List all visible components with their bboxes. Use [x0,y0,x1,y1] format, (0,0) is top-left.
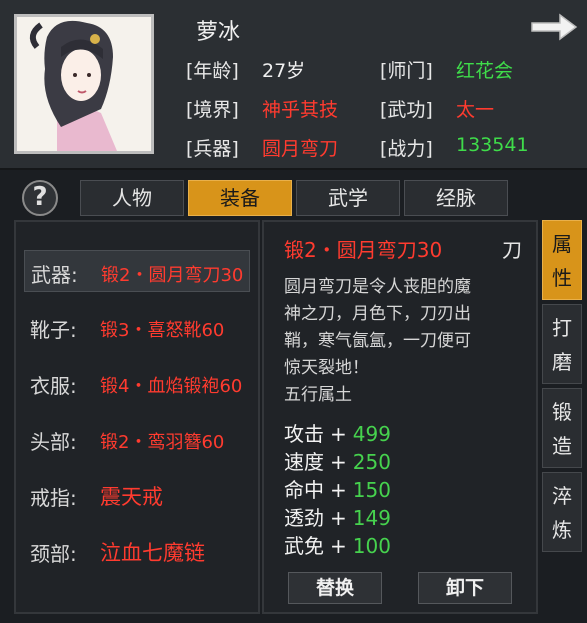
tab-character[interactable]: 人物 [80,180,184,216]
tab-meridians[interactable]: 经脉 [404,180,508,216]
plus-sign: + [330,478,347,502]
side-tab-forge[interactable]: 锻 造 [542,388,582,468]
main-tabs: 人物 装备 武学 经脉 [80,180,536,218]
next-arrow-icon[interactable] [530,12,578,42]
character-portrait [14,14,154,154]
tab-martial-arts[interactable]: 武学 [296,180,400,216]
portrait-image [17,17,151,151]
item-description: 圆月弯刀是令人丧胆的魔 神之刀，月色下，刀刃出 鞘，寒气氤氲，一刀便可 惊天裂地… [284,274,534,409]
stat-value-age: 27岁 [262,60,306,82]
side-tab-attributes[interactable]: 属 性 [542,220,582,300]
slot-neck[interactable]: 颈部: 泣血七魔链 [24,530,250,572]
slot-boots[interactable]: 靴子: 锻3・喜怒靴60 [24,306,250,348]
slot-weapon[interactable]: 武器: 锻2・圆月弯刀30 [24,250,250,292]
item-stat-hit: 命中 +150 [284,474,391,503]
side-tab-char: 磨 [552,350,572,374]
slot-item: 泣血七魔链 [100,541,205,565]
slot-ring[interactable]: 戒指: 震天戒 [24,474,250,516]
stat-name: 武免 [284,534,324,558]
stat-value-martial-art: 太一 [456,99,495,121]
replace-button[interactable]: 替换 [288,572,382,604]
stat-number: 499 [352,422,391,446]
side-tab-char: 锻 [552,400,572,424]
slot-label: 武器: [31,263,78,287]
tab-equipment[interactable]: 装备 [188,180,292,216]
stat-number: 100 [352,534,391,558]
stat-label-sect: [师门] [380,60,433,82]
description-line: 五行属土 [284,385,352,405]
slot-label: 衣服: [30,374,77,398]
side-tab-polish[interactable]: 打 磨 [542,304,582,384]
description-line: 圆月弯刀是令人丧胆的魔 [284,277,471,297]
item-stat-speed: 速度 +250 [284,446,391,475]
stat-label-martial-art: [武功] [380,99,433,121]
stat-label-weapon: [兵器] [186,138,239,160]
side-tab-char: 属 [552,232,572,256]
stat-value-sect: 红花会 [456,60,514,82]
item-stat-immunity: 武免 +100 [284,530,391,559]
stat-name: 透劲 [284,506,324,530]
stat-number: 149 [352,506,391,530]
item-stat-penetration: 透劲 +149 [284,502,391,531]
slot-label: 戒指: [30,486,77,510]
slot-item: 锻3・喜怒靴60 [100,320,225,341]
plus-sign: + [330,506,347,530]
slot-item: 锻2・圆月弯刀30 [101,265,244,286]
side-tab-char: 打 [552,316,572,340]
side-tab-char: 炼 [552,518,572,542]
help-button[interactable]: ? [22,180,58,216]
slot-item: 震天戒 [100,485,163,509]
plus-sign: + [330,450,347,474]
stat-name: 攻击 [284,422,324,446]
side-tab-char: 性 [552,266,572,290]
item-title: 锻2・圆月弯刀30 [284,238,443,262]
slot-clothes[interactable]: 衣服: 锻4・血焰锻袍60 [24,362,250,404]
stat-value-realm: 神乎其技 [262,99,339,121]
slot-item: 锻4・血焰锻袍60 [100,376,243,397]
description-line: 惊天裂地！ [284,358,369,378]
equipment-slot-list: 武器: 锻2・圆月弯刀30 靴子: 锻3・喜怒靴60 衣服: 锻4・血焰锻袍60… [14,220,260,614]
slot-label: 头部: [30,430,77,454]
item-detail-panel: 锻2・圆月弯刀30 刀 圆月弯刀是令人丧胆的魔 神之刀，月色下，刀刃出 鞘，寒气… [262,220,538,614]
stat-label-realm: [境界] [186,99,239,121]
stat-label-power: [战力] [380,138,433,160]
stat-number: 250 [352,450,391,474]
slot-head[interactable]: 头部: 锻2・鸾羽簪60 [24,418,250,460]
slot-item: 锻2・鸾羽簪60 [100,432,225,453]
description-line: 鞘，寒气氤氲，一刀便可 [284,331,471,351]
character-name: 萝冰 [196,20,241,45]
item-stat-attack: 攻击 +499 [284,418,391,447]
stat-value-power: 133541 [456,134,529,156]
stat-number: 150 [352,478,391,502]
stat-name: 速度 [284,450,324,474]
slot-label: 颈部: [30,542,77,566]
stat-label-age: [年龄] [186,60,239,82]
plus-sign: + [330,422,347,446]
item-type: 刀 [502,238,522,262]
side-tab-char: 淬 [552,484,572,508]
stat-name: 命中 [284,478,324,502]
description-line: 神之刀，月色下，刀刃出 [284,304,471,324]
unequip-button[interactable]: 卸下 [418,572,512,604]
stat-value-weapon: 圆月弯刀 [262,138,339,160]
slot-label: 靴子: [30,318,77,342]
side-tab-temper[interactable]: 淬 炼 [542,472,582,552]
side-tab-char: 造 [552,434,572,458]
plus-sign: + [330,534,347,558]
side-tabs: 属 性 打 磨 锻 造 淬 炼 [542,220,582,614]
